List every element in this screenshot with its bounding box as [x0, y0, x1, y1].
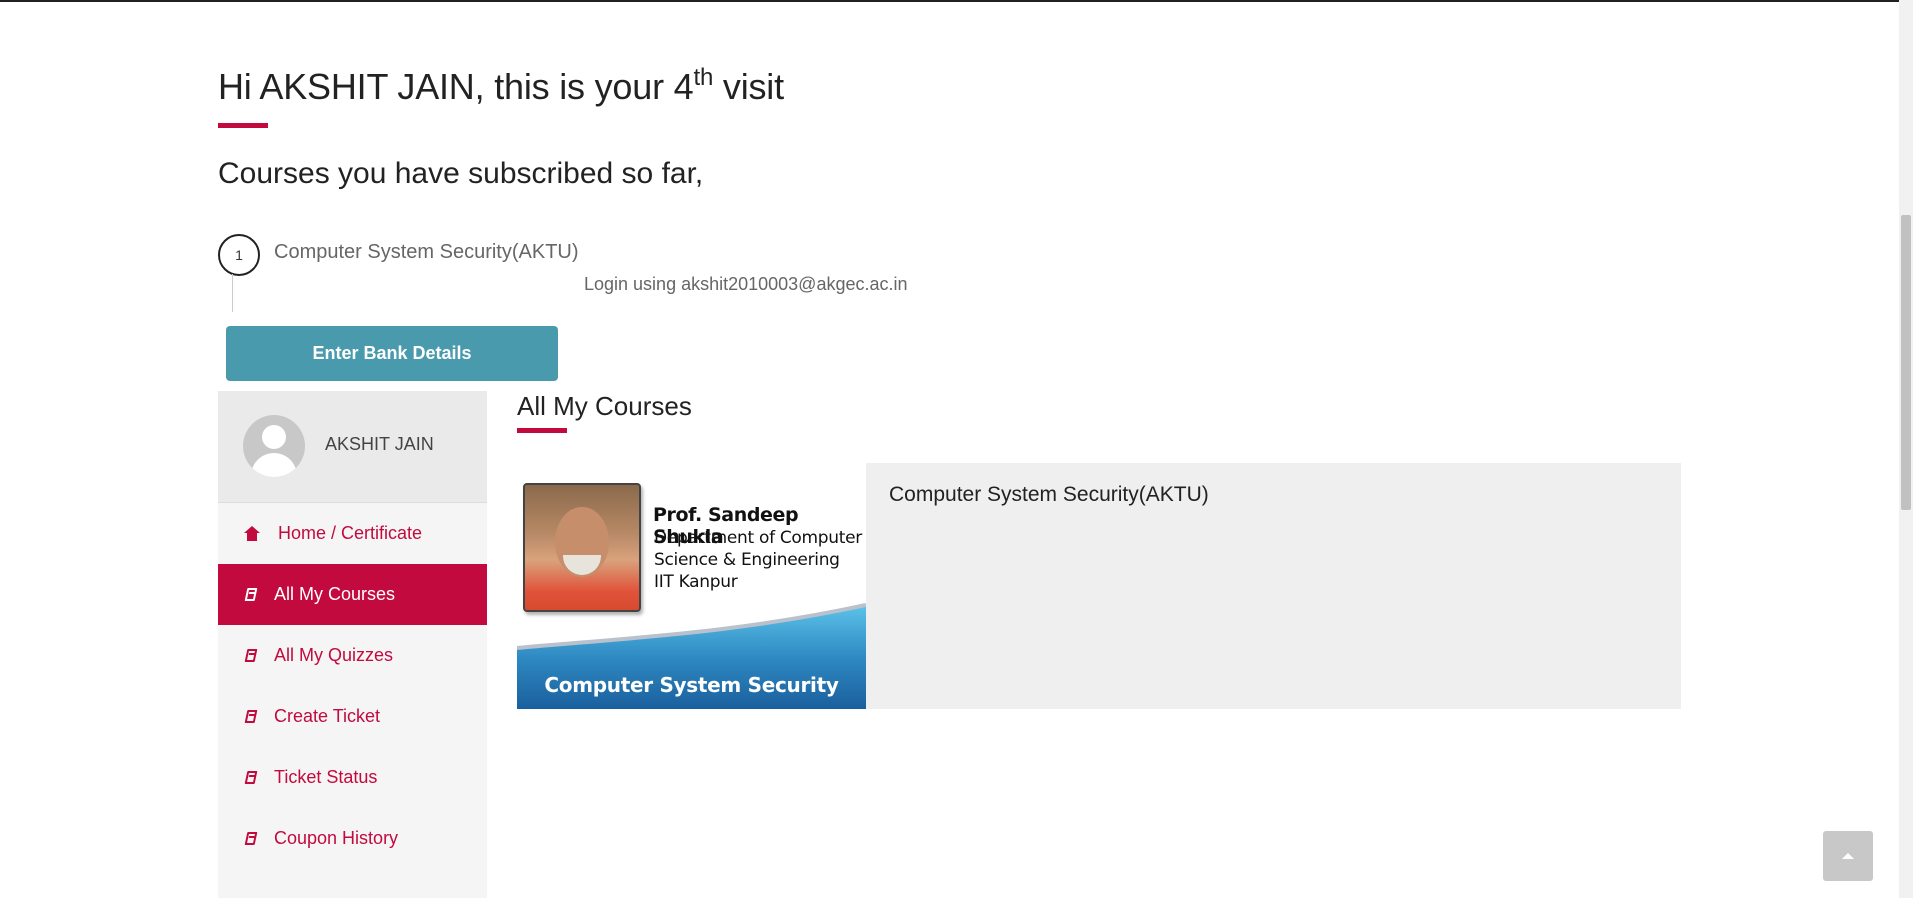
course-card[interactable]: Prof. Sandeep Shukla Department of Compu… — [517, 463, 1681, 709]
book-icon — [244, 587, 260, 603]
sidebar-item-label: Create Ticket — [274, 706, 381, 726]
sidebar: AKSHIT JAIN Home / Certificate All My Co… — [218, 391, 487, 898]
book-icon — [244, 709, 260, 725]
scrollbar-thumb[interactable] — [1901, 215, 1911, 510]
all-my-courses-heading: All My Courses — [517, 391, 692, 421]
greeting-underline — [218, 123, 268, 128]
thumbnail-institute: IIT Kanpur — [654, 572, 738, 592]
profile-name: AKSHIT JAIN — [325, 434, 434, 454]
course-thumbnail[interactable]: Prof. Sandeep Shukla Department of Compu… — [517, 463, 866, 709]
sidebar-item-create-ticket[interactable]: Create Ticket — [218, 686, 487, 747]
sidebar-item-home-certificate[interactable]: Home / Certificate — [218, 503, 487, 564]
thumbnail-caption: Computer System Security — [544, 673, 839, 697]
subscribed-course-title: Computer System Security(AKTU) — [274, 241, 579, 263]
top-border — [0, 0, 1913, 2]
sidebar-item-label: All My Quizzes — [274, 645, 394, 665]
course-card-title[interactable]: Computer System Security(AKTU) — [889, 483, 1209, 507]
section-underline — [517, 428, 567, 433]
book-icon — [244, 831, 260, 847]
greeting-ordinal: th — [693, 64, 714, 91]
book-icon — [244, 648, 260, 664]
sidebar-item-label: Home / Certificate — [278, 523, 423, 543]
sidebar-item-label: Coupon History — [274, 828, 399, 848]
greeting-heading: Hi AKSHIT JAIN, this is your 4th visit — [218, 64, 784, 107]
instructor-photo — [523, 483, 641, 612]
sidebar-nav: Home / Certificate All My Courses All My… — [218, 503, 487, 869]
profile-panel: AKSHIT JAIN — [218, 391, 487, 503]
thumbnail-department-line1: Department of Computer — [654, 528, 862, 548]
page-scrollbar[interactable] — [1899, 0, 1913, 898]
home-icon — [244, 525, 260, 542]
sidebar-item-ticket-status[interactable]: Ticket Status — [218, 747, 487, 808]
login-note: Login using akshit2010003@akgec.ac.in — [584, 274, 908, 294]
avatar — [243, 415, 305, 477]
thumbnail-department-line2: Science & Engineering — [654, 550, 840, 570]
subscribed-heading: Courses you have subscribed so far, — [218, 157, 704, 190]
sidebar-item-label: All My Courses — [274, 584, 396, 604]
course-step-number: 1 — [218, 234, 260, 276]
sidebar-item-all-my-courses[interactable]: All My Courses — [218, 564, 487, 625]
sidebar-item-coupon-history[interactable]: Coupon History — [218, 808, 487, 869]
sidebar-item-all-my-quizzes[interactable]: All My Quizzes — [218, 625, 487, 686]
book-icon — [244, 770, 260, 786]
enter-bank-details-button[interactable]: Enter Bank Details — [226, 326, 558, 381]
sidebar-item-label: Ticket Status — [274, 767, 378, 787]
back-to-top-button[interactable] — [1823, 831, 1873, 881]
step-connector — [232, 274, 233, 312]
